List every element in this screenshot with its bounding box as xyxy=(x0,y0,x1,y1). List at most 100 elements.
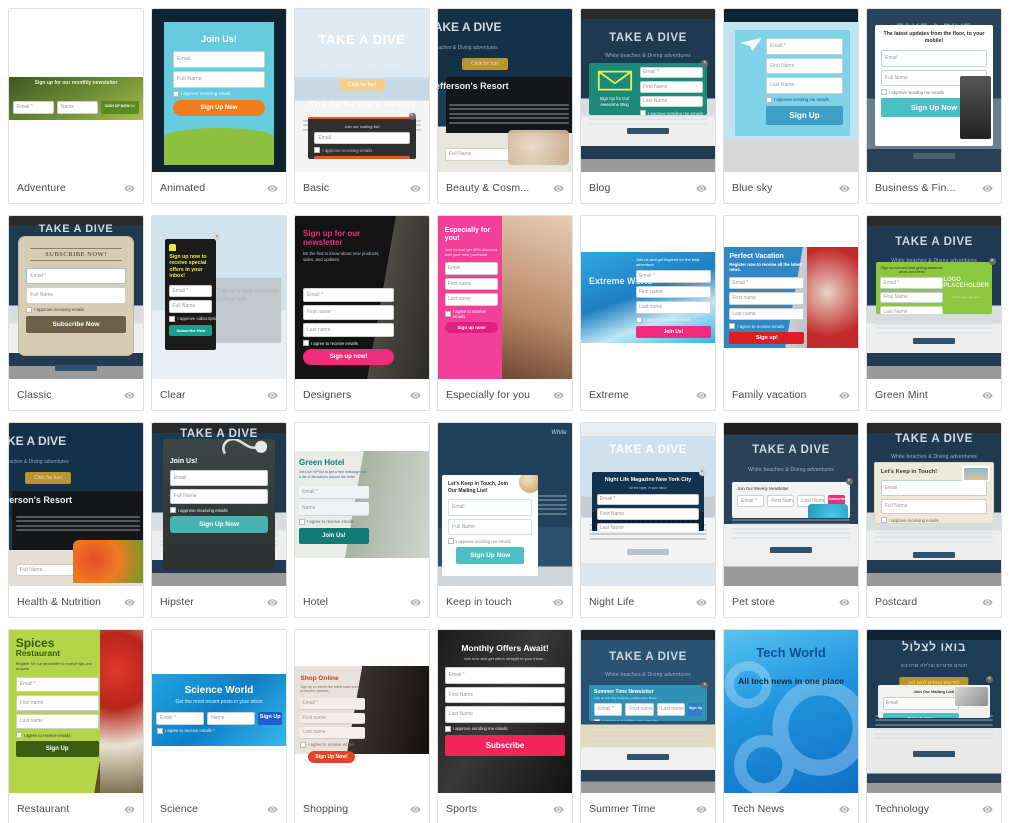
eye-icon[interactable] xyxy=(982,597,993,608)
eye-icon[interactable] xyxy=(124,597,135,608)
business-email-field[interactable]: Email xyxy=(881,50,987,67)
restaurant-firstname-field[interactable]: First name xyxy=(15,695,99,711)
science-consent[interactable]: I agree to receive emails * xyxy=(157,728,286,734)
hipster-email-field[interactable]: Email xyxy=(169,470,269,486)
animated-consent[interactable]: I approve receiving emails xyxy=(173,91,265,97)
summer-consent[interactable]: I approve sending me emails xyxy=(594,719,702,721)
summer-submit-button[interactable]: Sign Up xyxy=(687,703,702,716)
family-submit-button[interactable]: Sign up! xyxy=(729,332,805,345)
template-card-pet-store[interactable]: TAKE A DIVE White beaches & Diving adven… xyxy=(723,422,859,618)
template-thumbnail-hotel[interactable]: Green Hotel Join our VIP list to get a f… xyxy=(295,423,429,586)
eye-icon[interactable] xyxy=(982,183,993,194)
eye-icon[interactable] xyxy=(696,804,707,815)
keep-in-touch-name-field[interactable]: Full Name xyxy=(448,518,533,536)
template-card-basic[interactable]: TAKE A DIVE White beaches & Diving adven… xyxy=(294,8,430,204)
science-email-field[interactable]: Email * xyxy=(156,712,205,725)
shopping-submit-button[interactable]: Sign Up Now! xyxy=(308,750,355,763)
template-card-keep-in-touch[interactable]: White Let's Keep in Touch, Join Our Mail… xyxy=(437,422,573,618)
template-card-animated[interactable]: Join Us! Email Full Name I approve recei… xyxy=(151,8,287,204)
especially-lastname-field[interactable]: Last name xyxy=(444,293,499,306)
template-card-adventure[interactable]: Sign up for our monthly newsletter Email… xyxy=(8,8,144,204)
eye-icon[interactable] xyxy=(553,804,564,815)
extreme-submit-button[interactable]: Join Us! xyxy=(635,325,711,338)
science-submit-button[interactable]: Sign Up xyxy=(258,712,283,725)
template-thumbnail-keep-in-touch[interactable]: White Let's Keep in Touch, Join Our Mail… xyxy=(438,423,572,586)
eye-icon[interactable] xyxy=(267,804,278,815)
template-thumbnail-blue-sky[interactable]: Email * First Name Last Name I approve s… xyxy=(724,9,858,172)
restaurant-lastname-field[interactable]: Last name xyxy=(15,713,99,730)
template-card-clear[interactable]: This is a text element paragraph Sign up… xyxy=(151,215,287,411)
template-thumbnail-technology[interactable]: בואו לצלול חופים פרטיים וצלילה מרהיבה לפ… xyxy=(867,630,1001,793)
template-card-family-vacation[interactable]: Perfect Vacation Register now to receive… xyxy=(723,215,859,411)
family-consent[interactable]: I agree to receive emails xyxy=(729,323,804,329)
template-card-restaurant[interactable]: Spices Restaurant Register for our newsl… xyxy=(8,629,144,823)
template-thumbnail-health-nutrition[interactable]: AKE A DIVE beaches & Diving adventures C… xyxy=(9,423,143,586)
template-card-green-mint[interactable]: TAKE A DIVE White beaches & Diving adven… xyxy=(866,215,1002,411)
extreme-firstname-field[interactable]: First name xyxy=(635,285,711,299)
eye-icon[interactable] xyxy=(696,597,707,608)
eye-icon[interactable] xyxy=(267,183,278,194)
hotel-submit-button[interactable]: Join Us! xyxy=(299,527,369,544)
extreme-lastname-field[interactable]: Last name xyxy=(635,301,711,314)
sports-consent[interactable]: I approve sending me emails xyxy=(445,726,566,732)
template-thumbnail-pet-store[interactable]: TAKE A DIVE White beaches & Diving adven… xyxy=(724,423,858,586)
template-card-postcard[interactable]: TAKE A DIVE White beaches & Diving adven… xyxy=(866,422,1002,618)
close-icon[interactable]: × xyxy=(988,258,996,266)
template-card-business-finance[interactable]: TAKE A DIVE The latest updates from the … xyxy=(866,8,1002,204)
template-thumbnail-summer-time[interactable]: TAKE A DIVE White beaches & Diving adven… xyxy=(581,630,715,793)
especially-submit-button[interactable]: Sign up now! xyxy=(444,321,499,333)
family-lastname-field[interactable]: Last name xyxy=(729,307,805,321)
template-thumbnail-extreme[interactable]: Extreme World Join us and get inspired f… xyxy=(581,216,715,379)
designers-consent[interactable]: I agree to receive emails xyxy=(303,340,394,346)
blue-sky-email-field[interactable]: Email * xyxy=(766,38,843,55)
template-thumbnail-clear[interactable]: This is a text element paragraph Sign up… xyxy=(152,216,286,379)
designers-lastname-field[interactable]: Last name xyxy=(303,322,395,338)
template-thumbnail-business-finance[interactable]: TAKE A DIVE The latest updates from the … xyxy=(867,9,1001,172)
sports-submit-button[interactable]: Subscribe xyxy=(444,734,566,756)
template-card-summer-time[interactable]: TAKE A DIVE White beaches & Diving adven… xyxy=(580,629,716,823)
night-life-lastname-field[interactable]: Last Name xyxy=(596,522,700,531)
close-icon[interactable]: × xyxy=(408,113,416,121)
summer-firstname-field[interactable]: First name xyxy=(625,703,654,716)
template-thumbnail-restaurant[interactable]: Spices Restaurant Register for our newsl… xyxy=(9,630,143,793)
template-thumbnail-green-mint[interactable]: TAKE A DIVE White beaches & Diving adven… xyxy=(867,216,1001,379)
eye-icon[interactable] xyxy=(124,804,135,815)
basic-hero-button[interactable]: Click for fun! xyxy=(339,79,385,92)
eye-icon[interactable] xyxy=(410,183,421,194)
eye-icon[interactable] xyxy=(839,597,850,608)
restaurant-email-field[interactable]: Email * xyxy=(15,676,99,693)
hotel-name-field[interactable]: Name xyxy=(299,502,369,516)
beauty-hero-button[interactable]: Click for fun! xyxy=(462,57,508,70)
eye-icon[interactable] xyxy=(839,390,850,401)
template-card-sports[interactable]: Monthly Offers Await! Join now and get o… xyxy=(437,629,573,823)
template-thumbnail-shopping[interactable]: Shop Online Sign up to receive the lates… xyxy=(295,630,429,793)
hipster-name-field[interactable]: Full Name xyxy=(169,488,269,505)
eye-icon[interactable] xyxy=(553,390,564,401)
classic-name-field[interactable]: Full Name xyxy=(26,287,126,304)
shopping-lastname-field[interactable]: Last name xyxy=(300,727,365,739)
adventure-submit-button[interactable]: SIGN UP NOW >> xyxy=(100,101,139,114)
designers-email-field[interactable]: Email * xyxy=(303,287,395,303)
close-icon[interactable]: × xyxy=(213,233,221,241)
classic-email-field[interactable]: Email * xyxy=(26,267,126,285)
eye-icon[interactable] xyxy=(982,390,993,401)
postcard-consent[interactable]: I approve receiving emails xyxy=(881,517,988,523)
eye-icon[interactable] xyxy=(982,804,993,815)
eye-icon[interactable] xyxy=(553,183,564,194)
blue-sky-firstname-field[interactable]: First Name xyxy=(766,57,843,75)
beauty-name-field[interactable]: Full Name xyxy=(444,148,511,161)
classic-consent[interactable]: I approve receiving emails xyxy=(26,307,125,313)
blog-consent[interactable]: I approve sending me emails xyxy=(640,110,703,115)
template-thumbnail-beauty-cosmetics[interactable]: TAKE A DIVE beaches & Diving adventures … xyxy=(438,9,572,172)
postcard-email-field[interactable]: Email xyxy=(880,480,988,496)
clear-submit-button[interactable]: Subscribe Now xyxy=(169,324,213,336)
clear-consent[interactable]: I approve subscription xyxy=(169,316,216,322)
eye-icon[interactable] xyxy=(696,183,707,194)
designers-submit-button[interactable]: Sign up now! xyxy=(303,349,395,366)
pet-email-field[interactable]: Email * xyxy=(737,494,765,508)
night-life-firstname-field[interactable]: First Name xyxy=(596,508,700,520)
template-thumbnail-hipster[interactable]: TAKE A DIVE Join Us! Email Full Name I a… xyxy=(152,423,286,586)
eye-icon[interactable] xyxy=(410,804,421,815)
template-card-tech-news[interactable]: Tech World All tech news in one place Te… xyxy=(723,629,859,823)
template-card-science[interactable]: Science World Get the most recent posts … xyxy=(151,629,287,823)
